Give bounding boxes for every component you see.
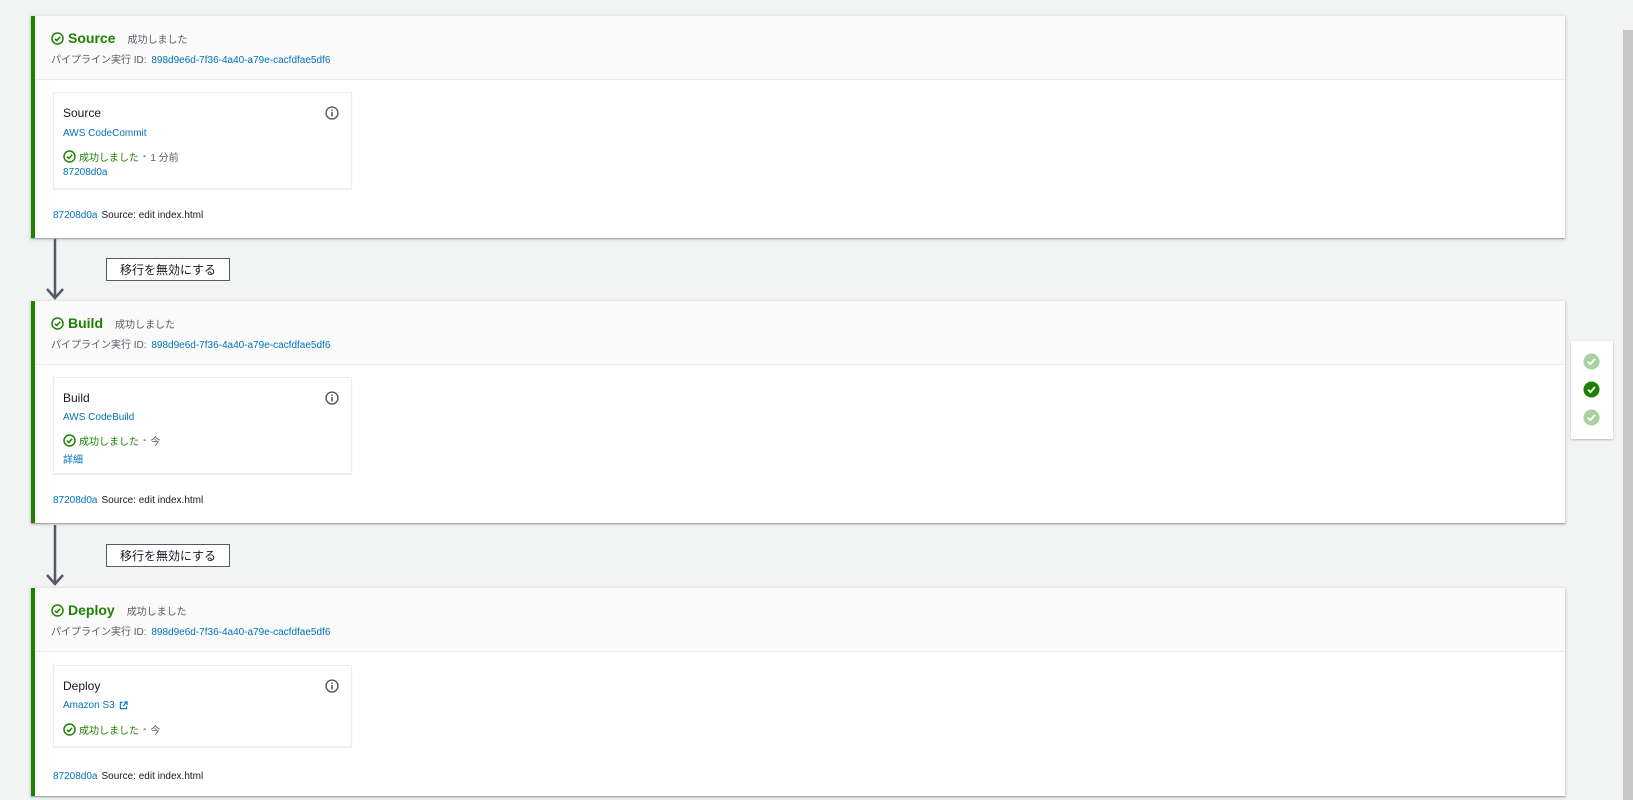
stage-build: Build 成功しました パイプライン実行 ID: 898d9e6d-7f36-…	[31, 301, 1565, 523]
external-link-icon	[119, 701, 128, 710]
stage-title: Deploy	[68, 602, 115, 618]
scrollbar[interactable]	[1623, 30, 1633, 800]
info-icon[interactable]	[325, 679, 339, 693]
transition: 移行を無効にする	[31, 525, 231, 587]
execution-id-label: パイプライン実行 ID:	[51, 340, 147, 351]
commit-message: Source: edit index.html	[101, 495, 204, 506]
info-icon[interactable]	[325, 391, 339, 405]
transition-arrow-icon	[46, 525, 64, 586]
action-revision-link[interactable]: 87208d0a	[63, 167, 108, 178]
stage-mini-nav	[1571, 341, 1613, 439]
commit-row: 87208d0a Source: edit index.html	[53, 771, 203, 782]
stage-status: 成功しました	[126, 607, 187, 618]
execution-id-label: パイプライン実行 ID:	[51, 55, 147, 66]
action-status-text: 成功しました	[79, 153, 139, 164]
status-separator: -	[143, 724, 147, 735]
commit-message: Source: edit index.html	[101, 771, 204, 782]
commit-message: Source: edit index.html	[101, 210, 204, 221]
disable-transition-button[interactable]: 移行を無効にする	[106, 544, 230, 567]
execution-id-row: パイプライン実行 ID: 898d9e6d-7f36-4a40-a79e-cac…	[51, 623, 330, 638]
execution-id-link[interactable]: 898d9e6d-7f36-4a40-a79e-cacfdfae5df6	[151, 55, 330, 66]
stage-title: Build	[68, 315, 103, 331]
stage-status: 成功しました	[127, 35, 188, 46]
commit-row: 87208d0a Source: edit index.html	[53, 210, 203, 221]
action-card-deploy: Deploy Amazon S3 成功しました - 今	[53, 665, 352, 747]
action-status-text: 成功しました	[79, 726, 139, 737]
action-provider-link[interactable]: AWS CodeBuild	[63, 412, 134, 423]
commit-id-link[interactable]: 87208d0a	[53, 495, 98, 506]
action-status: 成功しました - 1 分前	[63, 149, 179, 164]
action-status: 成功しました - 今	[63, 722, 160, 737]
status-separator: -	[143, 435, 147, 446]
stage-deploy: Deploy 成功しました パイプライン実行 ID: 898d9e6d-7f36…	[31, 588, 1565, 796]
status-separator: -	[143, 151, 147, 162]
execution-id-label: パイプライン実行 ID:	[51, 627, 147, 638]
transition: 移行を無効にする	[31, 239, 231, 301]
stage-header: Deploy 成功しました パイプライン実行 ID: 898d9e6d-7f36…	[35, 588, 1565, 652]
commit-id-link[interactable]: 87208d0a	[53, 771, 98, 782]
action-provider-label: Amazon S3	[63, 700, 115, 711]
execution-id-link[interactable]: 898d9e6d-7f36-4a40-a79e-cacfdfae5df6	[151, 340, 330, 351]
success-check-icon	[51, 603, 64, 617]
stage-header: Source 成功しました パイプライン実行 ID: 898d9e6d-7f36…	[35, 16, 1565, 80]
execution-id-row: パイプライン実行 ID: 898d9e6d-7f36-4a40-a79e-cac…	[51, 51, 330, 66]
success-check-icon	[63, 150, 76, 163]
action-details-link[interactable]: 詳細	[63, 451, 83, 466]
commit-id-link[interactable]: 87208d0a	[53, 210, 98, 221]
disable-transition-button[interactable]: 移行を無効にする	[106, 258, 230, 281]
success-check-icon	[63, 434, 76, 447]
execution-id-link[interactable]: 898d9e6d-7f36-4a40-a79e-cacfdfae5df6	[151, 627, 330, 638]
action-provider-link[interactable]: AWS CodeCommit	[63, 128, 147, 139]
action-card-source: Source AWS CodeCommit 成功しました - 1 分前 8720…	[53, 92, 352, 189]
action-provider-link[interactable]: Amazon S3	[63, 700, 128, 711]
stage-source: Source 成功しました パイプライン実行 ID: 898d9e6d-7f36…	[31, 16, 1565, 238]
action-name: Deploy	[63, 679, 101, 693]
action-name: Source	[63, 106, 102, 120]
action-name: Build	[63, 391, 90, 405]
action-status-text: 成功しました	[79, 437, 139, 448]
action-card-build: Build AWS CodeBuild 成功しました - 今 詳細	[53, 377, 352, 474]
action-time: 今	[150, 437, 161, 448]
stage-title: Source	[68, 30, 116, 46]
info-icon[interactable]	[325, 106, 339, 120]
stage-header: Build 成功しました パイプライン実行 ID: 898d9e6d-7f36-…	[35, 301, 1565, 365]
action-status: 成功しました - 今	[63, 433, 160, 448]
action-time: 1 分前	[150, 153, 179, 164]
nav-stage-build-check-icon[interactable]	[1583, 381, 1600, 398]
success-check-icon	[63, 723, 76, 736]
success-check-icon	[51, 31, 64, 45]
nav-stage-source-check-icon[interactable]	[1583, 353, 1600, 370]
action-time: 今	[150, 726, 161, 737]
stage-status: 成功しました	[115, 320, 175, 331]
execution-id-row: パイプライン実行 ID: 898d9e6d-7f36-4a40-a79e-cac…	[51, 336, 330, 351]
transition-arrow-icon	[46, 239, 64, 300]
nav-stage-deploy-check-icon[interactable]	[1583, 409, 1600, 426]
success-check-icon	[51, 316, 64, 330]
commit-row: 87208d0a Source: edit index.html	[53, 495, 203, 506]
